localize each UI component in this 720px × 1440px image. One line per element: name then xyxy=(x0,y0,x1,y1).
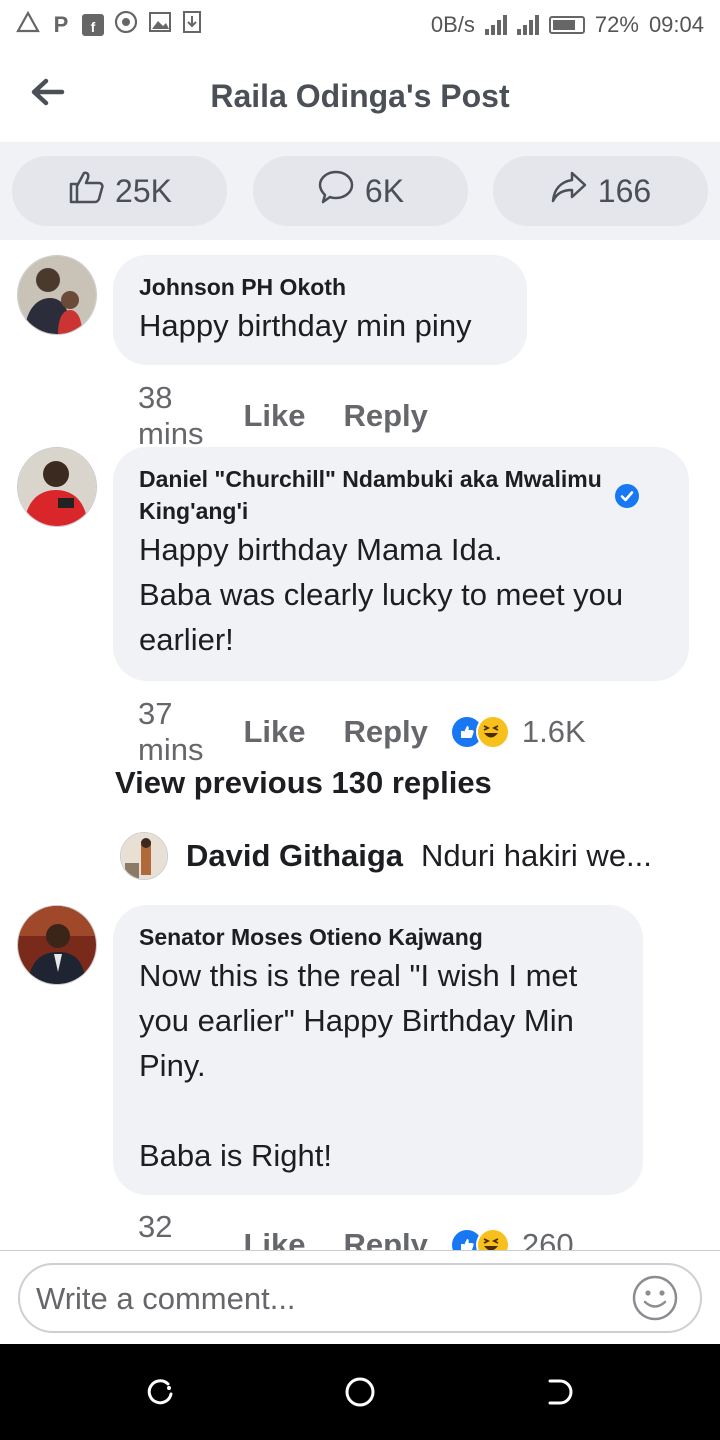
parking-icon: P xyxy=(53,12,69,37)
reply-link[interactable]: Reply xyxy=(343,714,427,750)
signal-icon xyxy=(484,15,507,35)
comment-text: Happy birthday Mama Ida. Baba was clearl… xyxy=(139,532,624,657)
reply-text: Nduri hakiri we... xyxy=(421,838,652,873)
battery-percent: 72% xyxy=(594,12,639,37)
comment-bubble-icon xyxy=(317,168,355,214)
chrome-icon xyxy=(114,10,138,40)
share-count-button[interactable]: 166 xyxy=(493,156,708,226)
comment-meta: 37 mins Like Reply 1.6K xyxy=(138,696,586,768)
system-nav-bar xyxy=(0,1344,720,1440)
reaction-summary[interactable]: 1.6K xyxy=(449,714,586,750)
reply-author[interactable]: David Githaiga xyxy=(186,838,403,874)
signal-icon xyxy=(516,15,539,35)
reaction-count: 1.6K xyxy=(521,714,586,749)
haha-reaction-icon xyxy=(475,715,510,749)
comment-composer-bar xyxy=(0,1250,720,1345)
verified-badge-icon xyxy=(615,484,639,508)
comment-bubble[interactable]: Daniel "Churchill" Ndambuki aka Mwalimu … xyxy=(113,447,689,681)
page-title: Raila Odinga's Post xyxy=(210,78,510,114)
comment-count-button[interactable]: 6K xyxy=(253,156,468,226)
home-icon[interactable] xyxy=(344,1376,376,1408)
like-count: 25K xyxy=(115,172,172,209)
comment-input[interactable] xyxy=(34,1275,618,1323)
like-link[interactable]: Like xyxy=(243,398,305,434)
share-arrow-icon xyxy=(550,168,588,214)
like-count-button[interactable]: 25K xyxy=(12,156,227,226)
post-stats: 25K 6K 166 xyxy=(0,142,720,240)
recent-apps-icon[interactable] xyxy=(144,1376,176,1408)
avatar[interactable] xyxy=(120,832,168,880)
battery-icon xyxy=(548,16,585,34)
avatar[interactable] xyxy=(17,255,97,335)
reply-link[interactable]: Reply xyxy=(343,398,427,434)
comment-bubble[interactable]: Senator Moses Otieno Kajwang Now this is… xyxy=(113,905,643,1195)
avatar[interactable] xyxy=(17,905,97,985)
comment-author[interactable]: Senator Moses Otieno Kajwang xyxy=(139,921,617,953)
clock: 09:04 xyxy=(648,12,704,37)
share-count: 166 xyxy=(597,172,652,209)
comment-time[interactable]: 37 mins xyxy=(138,696,203,768)
net-speed: 0B/s xyxy=(430,12,475,37)
comment-author-row[interactable]: Daniel "Churchill" Ndambuki aka Mwalimu … xyxy=(139,463,663,527)
download-icon xyxy=(182,10,202,40)
warning-icon xyxy=(16,10,40,39)
view-previous-replies-link[interactable]: View previous 130 replies xyxy=(115,765,492,801)
app-header: Raila Odinga's Post xyxy=(0,50,720,143)
comment-composer[interactable] xyxy=(18,1263,702,1333)
comment-bubble[interactable]: Johnson PH Okoth Happy birthday min piny xyxy=(113,255,527,365)
avatar[interactable] xyxy=(17,447,97,527)
comment-count: 6K xyxy=(364,172,405,209)
facebook-icon: f xyxy=(82,14,104,36)
gallery-icon xyxy=(148,11,172,39)
comment-time[interactable]: 38 mins xyxy=(138,380,203,452)
comment-text: Happy birthday min piny xyxy=(139,308,472,343)
reply-preview[interactable]: David Githaiga Nduri hakiri we... xyxy=(120,832,652,880)
status-bar-system: 0B/s 72% 09:04 xyxy=(431,12,704,38)
back-nav-icon[interactable] xyxy=(544,1376,576,1408)
thumbs-up-icon xyxy=(67,168,105,214)
comment-text: Now this is the real "I wish I met you e… xyxy=(139,958,578,1173)
comment-meta: 38 mins Like Reply xyxy=(138,380,428,452)
emoji-smile-icon[interactable] xyxy=(630,1273,680,1323)
status-bar-notifications: P f xyxy=(16,10,202,40)
comment-author[interactable]: Daniel "Churchill" Ndambuki aka Mwalimu … xyxy=(139,466,602,524)
status-bar: P f 0B/s 72% 09:04 xyxy=(0,0,720,50)
like-link[interactable]: Like xyxy=(243,714,305,750)
comment-author[interactable]: Johnson PH Okoth xyxy=(139,271,501,303)
